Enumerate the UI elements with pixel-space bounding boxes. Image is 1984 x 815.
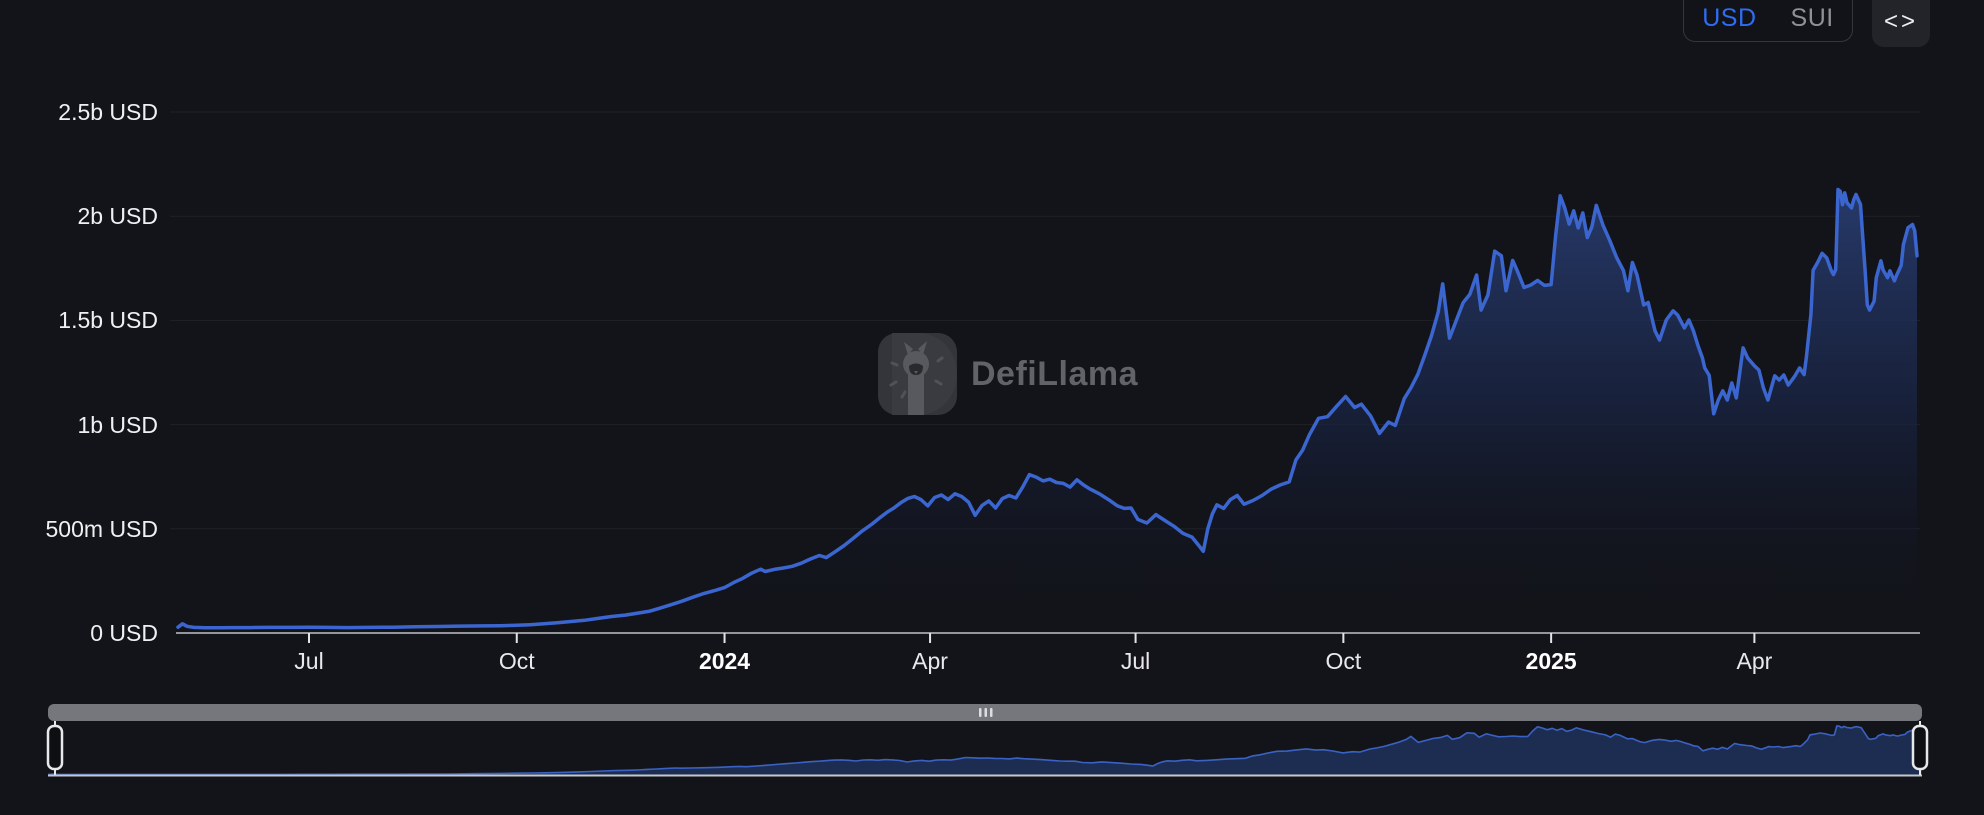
x-axis-label: Jul (249, 648, 369, 675)
x-axis-label: 2025 (1491, 648, 1611, 675)
x-axis-label: Oct (1283, 648, 1403, 675)
brush-drag-grip-icon[interactable] (979, 708, 993, 717)
y-axis-label: 0 USD (0, 619, 158, 647)
y-axis-label: 500m USD (0, 515, 158, 543)
defillama-watermark: DefiLlama (878, 333, 1138, 415)
x-axis-label: Apr (1694, 648, 1814, 675)
defillama-wordmark: DefiLlama (971, 355, 1138, 394)
x-axis-ticks (309, 633, 1754, 643)
x-axis-label: Apr (870, 648, 990, 675)
y-axis-label: 1b USD (0, 411, 158, 439)
brush-mini-area[interactable] (48, 726, 1922, 775)
time-range-brush[interactable] (0, 704, 1984, 794)
code-embed-icon: <> (1884, 0, 1918, 34)
currency-toggle[interactable]: USD SUI (1683, 0, 1853, 42)
y-axis-label: 2.5b USD (0, 98, 158, 126)
embed-code-button[interactable]: <> (1872, 0, 1930, 47)
y-axis-label: 2b USD (0, 202, 158, 230)
currency-option-sui[interactable]: SUI (1791, 0, 1834, 31)
defillama-llama-icon (878, 333, 957, 415)
x-axis-label: Oct (457, 648, 577, 675)
currency-option-usd[interactable]: USD (1702, 0, 1756, 31)
tvl-chart-panel: 2.5b USD 2b USD 1.5b USD 1b USD 500m USD 0 US… (0, 0, 1984, 815)
brush-left-handle[interactable] (48, 726, 62, 769)
x-axis-label: 2024 (665, 648, 785, 675)
y-axis-label: 1.5b USD (0, 306, 158, 334)
x-axis-label: Jul (1076, 648, 1196, 675)
brush-right-handle[interactable] (1913, 726, 1927, 769)
